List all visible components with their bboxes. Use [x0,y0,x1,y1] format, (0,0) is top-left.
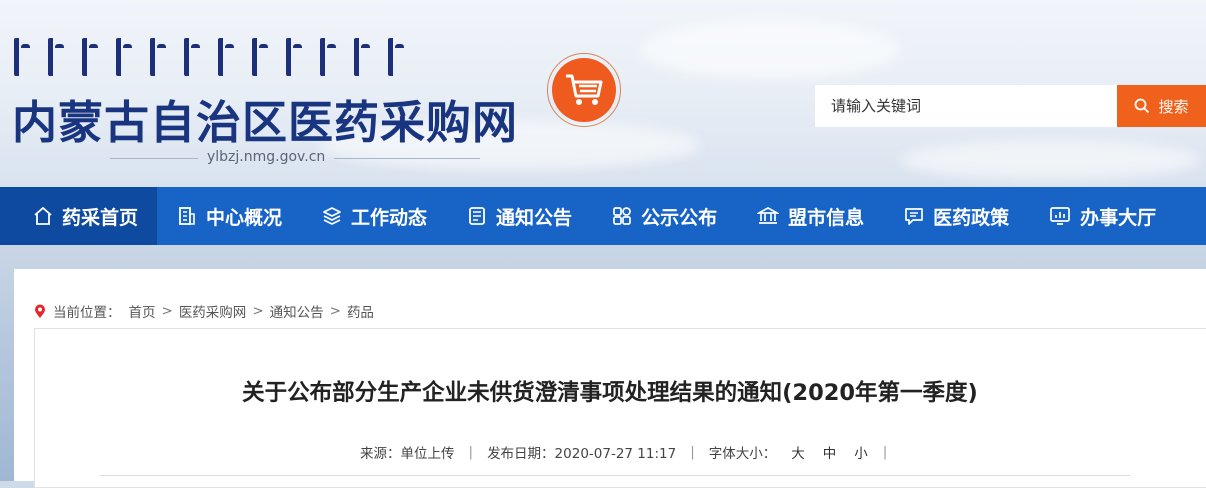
article-meta: 来源：单位上传 | 发布日期：2020-07-27 11:17 | 字体大小： … [360,442,901,462]
breadcrumb-site[interactable]: 医药采购网 [179,301,247,321]
nav-item-label: 药采首页 [62,206,139,229]
site-logo [547,53,621,127]
breadcrumb: 当前位置： 首页 > 医药采购网 > 通知公告 > 药品 [34,301,374,321]
nav-item-label: 通知公告 [496,206,573,229]
divider [100,475,1130,476]
mongolian-script-title [14,38,404,76]
building-icon [177,206,197,226]
nav-item-home[interactable]: 药采首页 [0,187,158,245]
search-input[interactable] [815,85,1111,127]
content-panel: 当前位置： 首页 > 医药采购网 > 通知公告 > 药品 关于公布部分生产企业未… [14,269,1206,488]
shopping-cart-icon [566,74,603,105]
nav-item-work-news[interactable]: 工作动态 [302,187,447,245]
nav-item-label: 盟市信息 [788,206,865,229]
nav-item-overview[interactable]: 中心概况 [157,187,302,245]
font-size-large[interactable]: 大 [791,442,805,462]
main-nav: 药采首页 中心概况 工作动态 通知公告 公示公布 盟市信息 医药政策 办事大厅 [0,187,1206,245]
font-size-medium[interactable]: 中 [823,442,837,462]
nav-item-notices[interactable]: 通知公告 [447,187,592,245]
breadcrumb-home[interactable]: 首页 [129,301,156,321]
article-date: 发布日期：2020-07-27 11:17 [487,446,677,462]
divider [110,158,198,159]
nav-item-label: 工作动态 [351,206,428,229]
site-domain: ylbzj.nmg.gov.cn [207,149,326,165]
search-button[interactable]: 搜索 [1117,85,1206,127]
message-icon [904,206,924,226]
breadcrumb-prefix: 当前位置： [53,305,121,321]
nav-item-service-hall[interactable]: 办事大厅 [1029,187,1176,245]
nav-item-league-city-info[interactable]: 盟市信息 [737,187,884,245]
breadcrumb-separator: > [161,303,173,319]
divider [334,158,480,159]
chart-board-icon [1049,206,1071,226]
nav-item-label: 公示公布 [641,206,718,229]
nav-item-label: 医药政策 [933,206,1010,229]
location-pin-icon [35,304,45,318]
search-box [815,85,1117,127]
grid-icon [612,206,632,226]
breadcrumb-notices[interactable]: 通知公告 [270,301,324,321]
font-size-small[interactable]: 小 [854,442,868,462]
article-box: 关于公布部分生产企业未供货澄清事项处理结果的通知(2020年第一季度) 来源：单… [34,328,1206,488]
search-button-label: 搜索 [1158,97,1189,116]
article-title: 关于公布部分生产企业未供货澄清事项处理结果的通知(2020年第一季度) [242,380,978,406]
home-icon [33,206,53,226]
breadcrumb-separator: > [252,303,264,319]
bank-icon [757,206,780,226]
nav-item-label: 办事大厅 [1080,206,1157,229]
nav-item-announcements[interactable]: 公示公布 [592,187,737,245]
layers-icon [322,206,342,226]
meta-divider: | [882,444,888,460]
site-header: 内蒙古自治区医药采购网 ylbzj.nmg.gov.cn 搜索 [0,0,1206,187]
article-source: 来源：单位上传 [360,446,455,462]
breadcrumb-separator: > [329,303,341,319]
site-title: 内蒙古自治区医药采购网 [12,96,519,149]
meta-divider: | [690,444,695,460]
search-icon [1135,98,1150,114]
document-list-icon [467,206,487,226]
breadcrumb-drugs[interactable]: 药品 [347,301,374,321]
meta-divider: | [468,444,474,460]
nav-item-label: 中心概况 [206,206,283,229]
nav-item-policy[interactable]: 医药政策 [884,187,1029,245]
font-size-label: 字体大小： [708,446,777,462]
